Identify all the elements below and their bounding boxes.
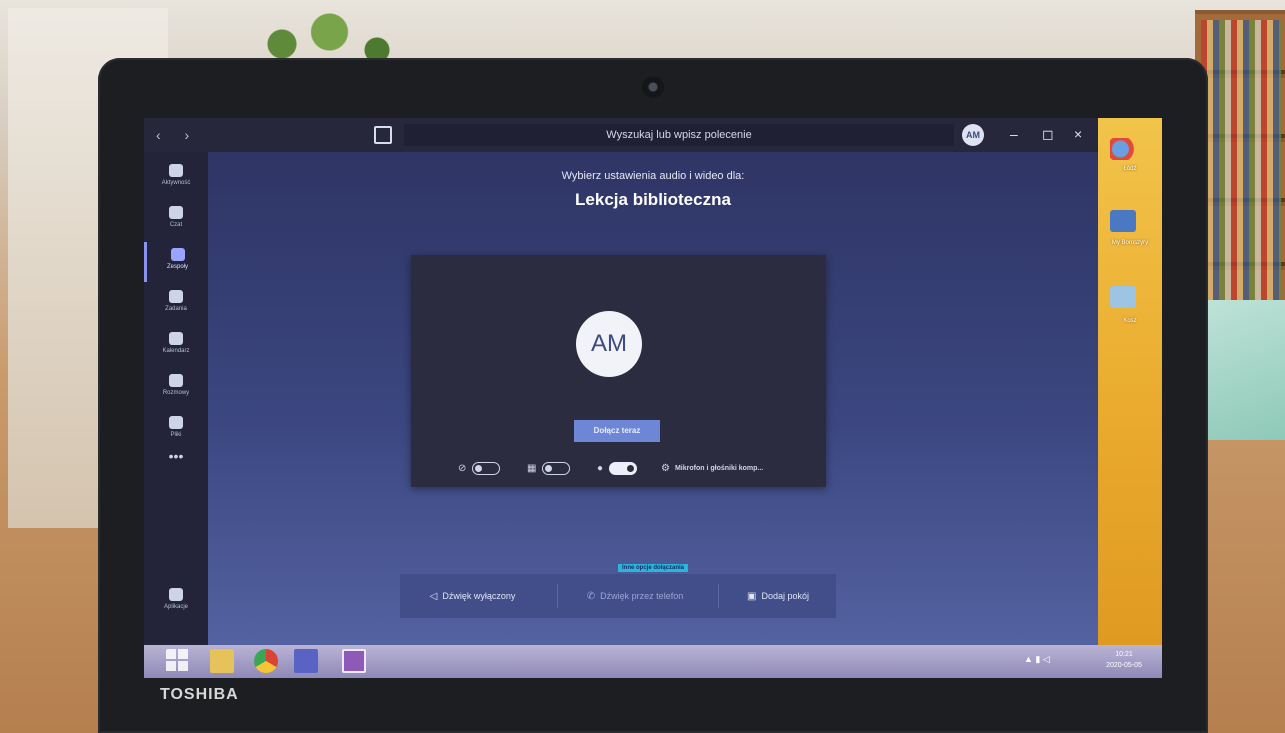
phone-audio-label: Dźwięk przez telefon [600,591,684,601]
blur-control: ▦ [527,458,571,478]
chat-icon [169,206,183,219]
file-explorer-icon[interactable] [210,649,234,673]
rail-item-files[interactable]: Pliki [144,410,208,450]
system-tray-icons[interactable]: ▲ ▮ ◁ [1024,654,1050,665]
blur-toggle[interactable] [542,461,571,475]
calendar-icon [169,332,183,345]
rail-item-calls[interactable]: Rozmowy [144,368,208,408]
teams-icon [170,248,185,261]
search-app-icon[interactable] [342,649,366,673]
rail-label: Rozmowy [162,390,190,396]
desktop-icon-label: Kosz [1123,318,1137,324]
recycle-bin-icon[interactable] [1110,286,1136,308]
gear-icon: ⚙ [661,462,670,474]
maximize-button[interactable]: ◻ [1042,126,1054,143]
file-icon [169,416,183,429]
add-room-option[interactable]: ▣ Dodaj pokój [720,574,836,618]
rail-item-assignments[interactable]: Zadania [144,284,208,324]
user-avatar[interactable]: AM [962,124,984,146]
clock-date: 2020-05-05 [1106,662,1142,669]
rail-label: Zadania [165,306,187,312]
speaker-off-icon: ◁ [429,590,438,602]
desktop-app-icon[interactable] [1110,138,1136,160]
prejoin-subtitle: Wybierz ustawienia audio i wideo dla: [561,170,745,182]
audio-device-control[interactable]: ⚙ Mikrofon i głośniki komp... [661,458,763,478]
rail-item-teams[interactable]: Zespoły [144,242,208,282]
room-icon: ▣ [747,590,757,602]
minimize-button[interactable]: – [1010,126,1018,142]
camera-toggle[interactable] [472,461,501,475]
books [1201,20,1281,320]
meeting-title: Lekcja biblioteczna [575,190,731,209]
rail-item-calendar[interactable]: Kalendarz [144,326,208,366]
rail-label: Aplikacje [163,604,188,610]
rail-label: Kalendarz [162,348,190,354]
windows-start-icon[interactable] [166,649,190,673]
rail-item-chat[interactable]: Czat [144,200,208,240]
other-join-options-heading: Inne opcje dołączania [208,556,1098,574]
webcam [642,76,664,98]
search-input[interactable]: Wyszukaj lub wpisz polecenie [404,124,954,146]
join-now-button[interactable]: Dołącz teraz [574,420,660,442]
other-join-options: ◁ Dźwięk wyłączony ✆ Dźwięk przez telefo… [400,574,836,618]
compose-icon[interactable] [374,126,392,144]
camera-control: ⊘ [458,458,501,478]
bell-icon [169,164,183,177]
phone-icon: ✆ [586,590,596,602]
rail-label: Aktywność [161,180,191,186]
taskbar: ▲ ▮ ◁ 10:21 2020-05-05 [144,645,1162,678]
desktop-background: Łódź My Boroszyry Kosz [1098,118,1162,645]
nav-arrows[interactable]: ‹ › [156,127,199,143]
other-options-label: Inne opcje dołączania [617,564,688,572]
device-controls: ⊘ ▦ ● ⚙ Mikrofon i głośniki komp... [411,458,826,478]
rail-label: Czat [169,222,183,228]
screen: ‹ › Wyszukaj lub wpisz polecenie AM – ◻ … [144,118,1162,678]
rail-item-activity[interactable]: Aktywność [144,158,208,198]
app-rail: Aktywność Czat Zespoły Zadania Kalendarz… [144,152,208,678]
mic-control: ● [597,458,638,478]
desktop-folder-icon[interactable] [1110,210,1136,232]
teams-taskbar-icon[interactable] [294,649,318,673]
desktop-icon-label: My Boroszyry [1111,240,1149,246]
close-button[interactable]: × [1074,126,1082,142]
audio-device-label: Mikrofon i głośniki komp... [674,464,764,472]
teams-titlebar: ‹ › Wyszukaj lub wpisz polecenie AM – ◻ … [144,118,1162,152]
divider [557,584,558,608]
more-apps-icon[interactable]: ••• [144,448,208,464]
assignments-icon [169,290,183,303]
taskbar-clock[interactable]: 10:21 2020-05-05 [1094,649,1154,671]
sound-off-option[interactable]: ◁ Dźwięk wyłączony [400,574,545,618]
phone-audio-option[interactable]: ✆ Dźwięk przez telefon [560,574,710,618]
prejoin-stage: Wybierz ustawienia audio i wideo dla: Le… [208,152,1098,645]
apps-icon [169,588,183,601]
blur-icon: ▦ [527,462,537,474]
cloth [1195,300,1285,440]
video-preview: AM Dołącz teraz ⊘ ▦ ● ⚙ Mikrofon i głośn… [411,255,826,487]
rail-label: Pliki [170,432,182,438]
sound-off-label: Dźwięk wyłączony [442,591,516,601]
add-room-label: Dodaj pokój [761,591,809,601]
mic-toggle[interactable] [609,461,638,475]
preview-avatar: AM [576,311,642,377]
rail-item-apps[interactable]: Aplikacje [144,582,208,622]
camera-off-icon: ⊘ [458,462,467,474]
laptop-brand: TOSHIBA [160,686,239,703]
mic-icon: ● [597,462,604,474]
clock-time: 10:21 [1115,651,1133,658]
divider [718,584,719,608]
desktop-icon-label: Łódź [1123,166,1137,172]
chrome-icon[interactable] [254,649,278,673]
rail-label: Zespoły [166,264,188,270]
phone-icon [169,374,183,387]
